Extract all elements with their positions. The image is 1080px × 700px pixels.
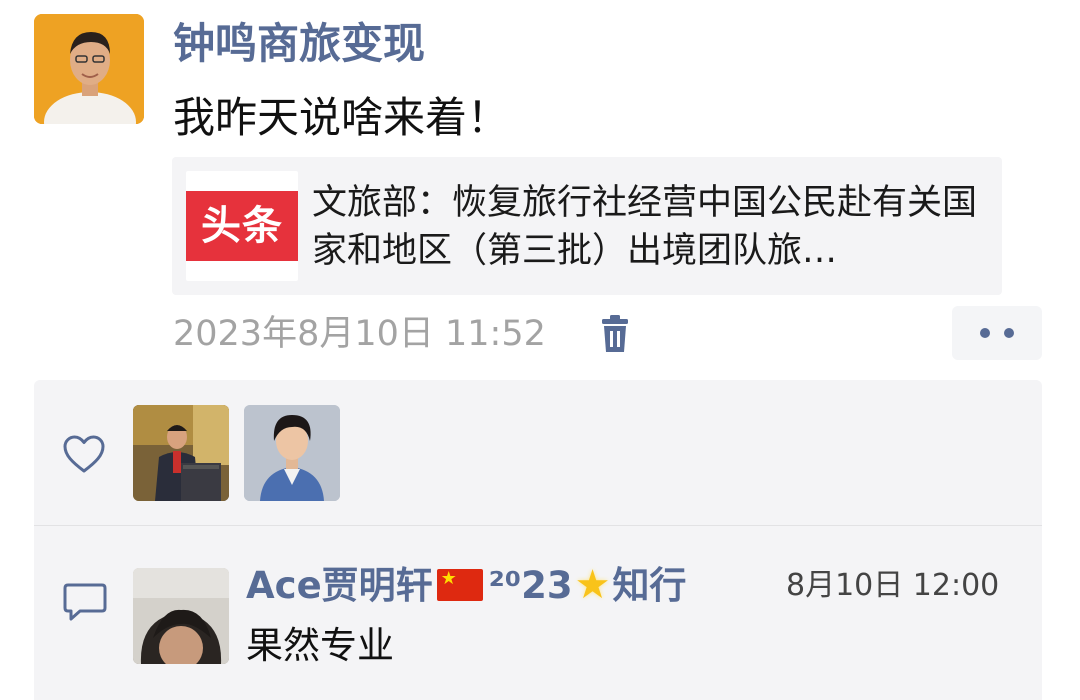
heart-icon — [62, 434, 106, 474]
likes-comments-panel: Ace贾明轩 ★ ²⁰23★知行 8月10日 12:00 果然专业 — [34, 380, 1042, 700]
comment-timestamp: 8月10日 12:00 — [786, 568, 1000, 603]
comment-icon — [62, 582, 108, 622]
star-icon: ★ — [574, 562, 611, 608]
link-card-title: 文旅部：恢复旅行社经营中国公民赴有关国家和地区（第三批）出境团队旅… — [312, 183, 978, 271]
more-button[interactable] — [952, 306, 1042, 360]
commenter-name-suffix: 知行 — [612, 564, 687, 607]
commenter-name-prefix: Ace贾明轩 — [246, 564, 433, 607]
commenter-name[interactable]: Ace贾明轩 ★ ²⁰23★知行 — [246, 560, 686, 611]
toutiao-logo-text: 头条 — [201, 203, 283, 249]
toutiao-logo: 头条 — [186, 171, 298, 281]
liker-avatar[interactable] — [244, 405, 340, 501]
author-name[interactable]: 钟鸣商旅变现 — [173, 14, 425, 74]
shared-link-card[interactable]: 头条 文旅部：恢复旅行社经营中国公民赴有关国家和地区（第三批）出境团队旅… — [172, 157, 1002, 295]
post-text: 我昨天说啥来着！ — [173, 93, 510, 142]
post-timestamp: 2023年8月10日 11:52 — [173, 314, 546, 354]
commenter-name-middle: ²⁰23 — [488, 564, 573, 607]
comment-text[interactable]: 果然专业 — [246, 620, 394, 672]
commenter-avatar[interactable] — [133, 568, 229, 664]
more-dots-icon — [980, 328, 990, 338]
china-flag-icon: ★ — [436, 569, 483, 601]
trash-icon[interactable] — [596, 314, 634, 354]
author-avatar[interactable] — [34, 14, 144, 124]
liker-avatar[interactable] — [133, 405, 229, 501]
divider — [34, 525, 1042, 526]
